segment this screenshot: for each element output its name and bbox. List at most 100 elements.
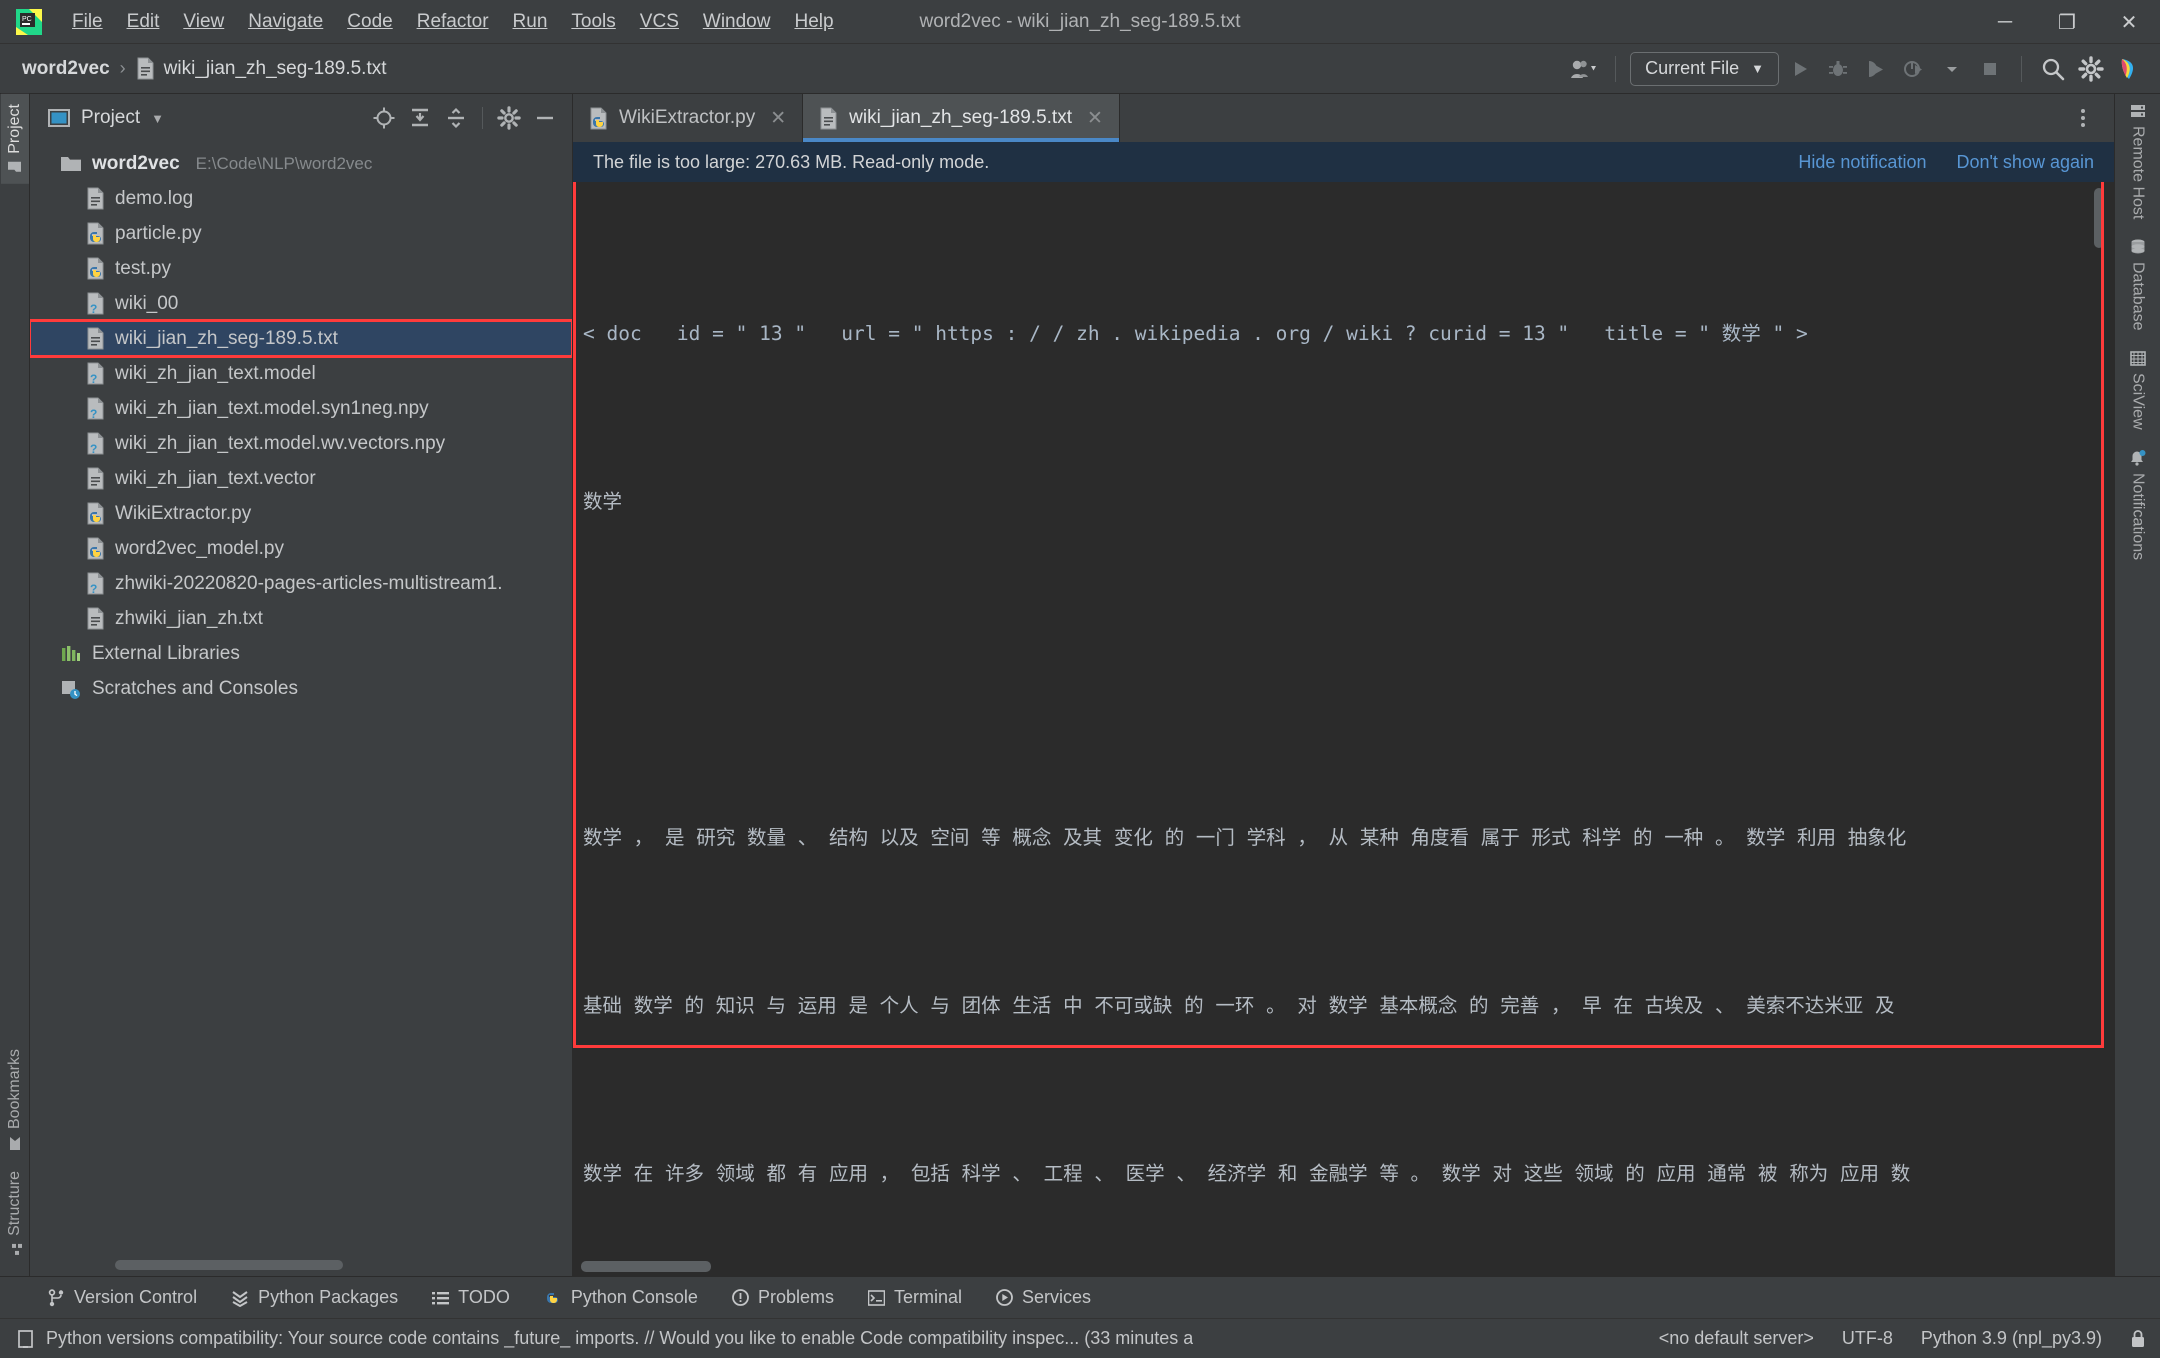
- run-configuration-selector[interactable]: Current File ▼: [1630, 51, 1779, 86]
- sidebar-item-remote-host[interactable]: Remote Host: [2124, 94, 2152, 229]
- profile-button[interactable]: [1897, 52, 1931, 86]
- sidebar-item-bookmarks[interactable]: Bookmarks: [1, 1039, 29, 1161]
- run-button[interactable]: [1783, 52, 1817, 86]
- tree-row-zhwiki-dump[interactable]: ? zhwiki-20220820-pages-articles-multist…: [30, 566, 572, 601]
- toolbar-divider: [1615, 55, 1617, 82]
- tree-row-wiki-00[interactable]: ? wiki_00: [30, 286, 572, 321]
- status-server[interactable]: <no default server>: [1659, 1328, 1814, 1349]
- tree-row-external-libraries[interactable]: External Libraries: [30, 636, 572, 671]
- more-run-options-icon[interactable]: [1935, 52, 1969, 86]
- text-file-icon: [819, 107, 838, 130]
- menu-item-navigate[interactable]: Navigate: [236, 7, 335, 37]
- folder-icon: [60, 155, 82, 173]
- status-inspection-icon[interactable]: [16, 1329, 36, 1349]
- tool-button-python-packages[interactable]: Python Packages: [231, 1287, 398, 1308]
- settings-gear-icon[interactable]: [2074, 52, 2108, 86]
- tree-row-wv-vectors[interactable]: ? wiki_zh_jian_text.model.wv.vectors.npy: [30, 426, 572, 461]
- scrollbar-thumb[interactable]: [581, 1261, 711, 1272]
- project-panel-title[interactable]: Project ▼: [48, 107, 164, 129]
- sidebar-item-notifications[interactable]: Notifications: [2124, 440, 2152, 570]
- tree-row-particle-py[interactable]: particle.py: [30, 216, 572, 251]
- status-message[interactable]: Python versions compatibility: Your sour…: [46, 1328, 1193, 1349]
- tool-button-python-console[interactable]: Python Console: [544, 1287, 698, 1308]
- collapse-all-icon[interactable]: [441, 103, 471, 133]
- maximize-button[interactable]: ❐: [2036, 0, 2098, 44]
- select-opened-file-icon[interactable]: [369, 103, 399, 133]
- sciview-label: SciView: [2129, 372, 2147, 430]
- menu-item-file[interactable]: File: [60, 7, 115, 37]
- close-icon[interactable]: ✕: [1087, 107, 1103, 130]
- sidebar-item-structure[interactable]: Structure: [1, 1161, 29, 1266]
- hide-notification-link[interactable]: Hide notification: [1798, 152, 1926, 173]
- tool-button-todo[interactable]: TODO: [432, 1287, 510, 1308]
- tab-wiki-jian-zh-seg[interactable]: wiki_jian_zh_seg-189.5.txt ✕: [803, 94, 1120, 142]
- menu-item-refactor[interactable]: Refactor: [405, 7, 501, 37]
- editor-viewport[interactable]: < doc id = " 13 " url = " https : / / zh…: [573, 182, 2114, 1276]
- user-avatar-icon[interactable]: [1567, 52, 1601, 86]
- svg-text:?: ?: [90, 407, 97, 420]
- breadcrumb[interactable]: word2vec › wiki_jian_zh_seg-189.5.txt: [22, 57, 387, 80]
- breadcrumb-project[interactable]: word2vec: [22, 58, 110, 80]
- tree-item-label: wiki_zh_jian_text.model.wv.vectors.npy: [115, 432, 446, 454]
- status-encoding[interactable]: UTF-8: [1842, 1328, 1893, 1349]
- breadcrumb-file[interactable]: wiki_jian_zh_seg-189.5.txt: [164, 58, 387, 80]
- hide-panel-icon[interactable]: [530, 103, 560, 133]
- minimize-button[interactable]: ─: [1974, 0, 2036, 44]
- close-icon[interactable]: ✕: [770, 107, 786, 130]
- menu-item-help[interactable]: Help: [782, 7, 845, 37]
- close-button[interactable]: ✕: [2098, 0, 2160, 44]
- search-icon[interactable]: [2036, 52, 2070, 86]
- status-interpreter[interactable]: Python 3.9 (npl_py3.9): [1921, 1328, 2102, 1349]
- menu-bar[interactable]: File Edit View Navigate Code Refactor Ru…: [60, 7, 846, 37]
- sidebar-item-project[interactable]: Project: [0, 94, 29, 184]
- structure-icon: [8, 1243, 22, 1256]
- chevron-down-icon[interactable]: ▼: [151, 111, 164, 126]
- menu-item-run[interactable]: Run: [501, 7, 560, 37]
- editor-hscrollbar[interactable]: [573, 1256, 2114, 1276]
- editor-content[interactable]: < doc id = " 13 " url = " https : / / zh…: [573, 182, 2114, 1276]
- tree-row-wiki-jian-zh-seg[interactable]: wiki_jian_zh_seg-189.5.txt: [30, 319, 572, 358]
- menu-item-edit[interactable]: Edit: [115, 7, 172, 37]
- more-tabs-icon[interactable]: [2066, 101, 2100, 135]
- scrollbar-thumb[interactable]: [115, 1260, 343, 1270]
- tab-wikiextractor-py[interactable]: WikiExtractor.py ✕: [573, 94, 804, 142]
- tool-button-version-control[interactable]: Version Control: [48, 1287, 197, 1308]
- tree-row-vector[interactable]: wiki_zh_jian_text.vector: [30, 461, 572, 496]
- unknown-file-icon: ?: [86, 572, 105, 595]
- menu-tools-label: Tools: [571, 10, 616, 32]
- editor-vscrollbar-thumb[interactable]: [2094, 188, 2104, 248]
- menu-item-vcs[interactable]: VCS: [628, 7, 691, 37]
- tool-button-terminal[interactable]: Terminal: [867, 1287, 962, 1308]
- stop-button[interactable]: [1973, 52, 2007, 86]
- project-settings-gear-icon[interactable]: [494, 103, 524, 133]
- expand-all-icon[interactable]: [405, 103, 435, 133]
- project-tree[interactable]: word2vec E:\Code\NLP\word2vec demo.log p…: [30, 142, 572, 1254]
- tree-row-scratches[interactable]: Scratches and Consoles: [30, 671, 572, 706]
- run-with-coverage-button[interactable]: [1859, 52, 1893, 86]
- run-config-label: Current File: [1645, 58, 1740, 78]
- tree-row-syn1neg[interactable]: ? wiki_zh_jian_text.model.syn1neg.npy: [30, 391, 572, 426]
- ide-features-trainer-icon[interactable]: [2112, 52, 2146, 86]
- menu-item-window[interactable]: Window: [691, 7, 783, 37]
- tree-row-model[interactable]: ? wiki_zh_jian_text.model: [30, 356, 572, 391]
- project-title-label: Project: [81, 107, 141, 128]
- sidebar-item-sciview[interactable]: SciView: [2124, 341, 2152, 440]
- tree-row-zhwiki-jian-zh[interactable]: zhwiki_jian_zh.txt: [30, 601, 572, 636]
- menu-item-view[interactable]: View: [171, 7, 236, 37]
- lock-icon[interactable]: [2130, 1329, 2146, 1348]
- tree-row-root[interactable]: word2vec E:\Code\NLP\word2vec: [30, 146, 572, 181]
- tool-button-services[interactable]: Services: [996, 1287, 1091, 1308]
- tool-button-problems[interactable]: Problems: [732, 1287, 834, 1308]
- tree-row-wikiextractor-py[interactable]: WikiExtractor.py: [30, 496, 572, 531]
- dont-show-again-link[interactable]: Don't show again: [1956, 152, 2094, 173]
- project-tab-label: Project: [5, 104, 23, 154]
- tree-row-test-py[interactable]: test.py: [30, 251, 572, 286]
- tree-row-word2vec-model-py[interactable]: word2vec_model.py: [30, 531, 572, 566]
- sidebar-item-database[interactable]: Database: [2124, 229, 2152, 341]
- menu-item-code[interactable]: Code: [335, 7, 404, 37]
- menu-item-tools[interactable]: Tools: [559, 7, 627, 37]
- project-panel-hscrollbar[interactable]: [30, 1254, 572, 1276]
- tree-row-demo-log[interactable]: demo.log: [30, 181, 572, 216]
- debug-button[interactable]: [1821, 52, 1855, 86]
- pycharm-logo-icon: PC: [14, 7, 44, 37]
